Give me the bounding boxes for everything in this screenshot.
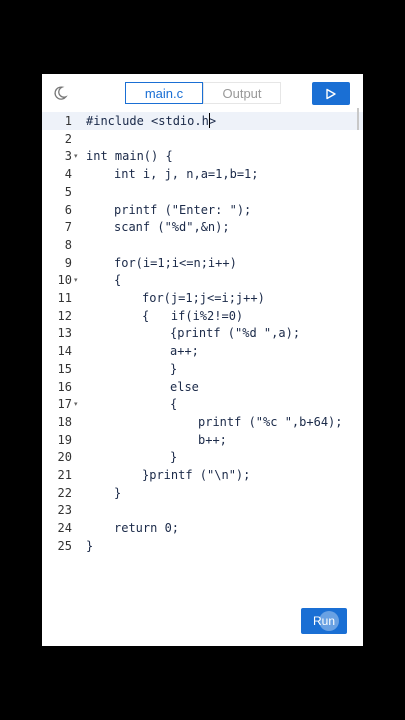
code-line[interactable]: 24 return 0;	[42, 519, 363, 537]
code-line[interactable]: 19 b++;	[42, 431, 363, 449]
line-code: b++;	[198, 432, 227, 447]
line-number: 7	[64, 220, 72, 235]
code-line[interactable]: 7 scanf ("%d",&n);	[42, 218, 363, 236]
line-number: 19	[57, 432, 72, 447]
line-code: {	[114, 273, 122, 288]
run-button-label: Run	[312, 614, 335, 628]
line-code: for(j=1;j<=i;j++)	[142, 291, 265, 305]
line-number: 21	[57, 468, 72, 482]
code-line[interactable]: 23	[42, 501, 363, 519]
tab-main-c[interactable]: main.c	[125, 82, 203, 104]
line-code: { if(i%2!=0)	[142, 308, 244, 323]
code-line[interactable]: 9 for(i=1;i<=n;i++)	[42, 254, 363, 272]
code-line[interactable]: 18 printf ("%c ",b+64);	[42, 413, 363, 431]
line-code: }	[86, 538, 94, 553]
line-code: scanf ("%d",&n);	[114, 220, 230, 235]
code-line[interactable]: 12 { if(i%2!=0)	[42, 307, 363, 325]
code-line[interactable]: 6 printf ("Enter: ");	[42, 201, 363, 219]
line-code: }	[170, 450, 178, 465]
line-number: 1	[64, 114, 72, 128]
code-editor-app: main.c Output 1 #include <stdio.h> 2 3 ▾ int …	[42, 74, 363, 646]
code-line[interactable]: 5	[42, 183, 363, 201]
line-code: int i, j, n,a=1,b=1;	[114, 167, 259, 182]
line-code: for(i=1;i<=n;i++)	[114, 255, 237, 270]
line-number: 18	[57, 414, 72, 429]
code-line[interactable]: 8	[42, 236, 363, 254]
line-number: 25	[57, 538, 72, 553]
code-line[interactable]: 20}	[42, 448, 363, 466]
moon-icon[interactable]	[52, 85, 68, 101]
line-number: 16	[57, 379, 72, 394]
line-code: #include <stdio.h>	[86, 114, 217, 128]
line-code: a++;	[170, 344, 199, 359]
code-line[interactable]: 4 int i, j, n,a=1,b=1;	[42, 165, 363, 183]
line-code: {	[170, 397, 178, 412]
code-line[interactable]: 14 a++;	[42, 342, 363, 360]
line-number: 13	[57, 326, 72, 341]
code-line[interactable]: 17 ▾ {	[42, 395, 363, 413]
run-top-button[interactable]	[312, 82, 350, 105]
line-number: 10	[57, 273, 72, 288]
tab-output[interactable]: Output	[203, 82, 281, 104]
line-code: printf ("Enter: ");	[114, 202, 252, 217]
code-line[interactable]: 16 else	[42, 378, 363, 396]
line-number: 8	[64, 237, 72, 252]
scrollbar[interactable]	[357, 108, 359, 130]
fold-arrow-icon[interactable]: ▾	[74, 152, 78, 160]
line-number: 5	[64, 184, 72, 199]
code-line[interactable]: 1 #include <stdio.h>	[42, 112, 363, 130]
code-line[interactable]: 15}	[42, 360, 363, 378]
code-line[interactable]: 3 ▾ int main() {	[42, 147, 363, 165]
line-code: {printf ("%d ",a);	[170, 326, 301, 341]
line-code: }	[170, 361, 178, 376]
run-button[interactable]: Run	[301, 608, 347, 634]
code-line[interactable]: 2	[42, 130, 363, 148]
line-number: 9	[64, 255, 72, 270]
code-line[interactable]: 10 ▾ {	[42, 271, 363, 289]
line-number: 14	[57, 344, 72, 359]
code-line[interactable]: 21 }printf ("\n");	[42, 466, 363, 484]
line-number: 2	[64, 131, 72, 146]
fold-arrow-icon[interactable]: ▾	[74, 276, 78, 284]
line-number: 11	[57, 291, 72, 305]
line-number: 3	[64, 149, 72, 164]
line-number: 20	[57, 450, 72, 465]
toolbar: main.c Output	[42, 74, 363, 112]
line-code: else	[170, 379, 199, 394]
line-number: 17	[57, 397, 72, 412]
code-line[interactable]: 22}	[42, 484, 363, 502]
line-code: return 0;	[114, 521, 180, 536]
text-cursor	[209, 113, 210, 128]
code-line[interactable]: 13 {printf ("%d ",a);	[42, 324, 363, 342]
code-line[interactable]: 25}	[42, 537, 363, 555]
line-number: 23	[57, 503, 72, 518]
line-number: 6	[64, 202, 72, 217]
line-number: 24	[57, 521, 72, 536]
code-line[interactable]: 11 for(j=1;j<=i;j++)	[42, 289, 363, 307]
play-icon	[326, 88, 336, 100]
line-code: int main() {	[86, 149, 173, 164]
fold-arrow-icon[interactable]: ▾	[74, 400, 78, 408]
line-number: 12	[57, 308, 72, 323]
code-editor[interactable]: 1 #include <stdio.h> 2 3 ▾ int main() {4 int i…	[42, 112, 363, 602]
line-code: printf ("%c ",b+64);	[198, 414, 343, 429]
line-number: 22	[57, 485, 72, 500]
line-code: }	[114, 485, 122, 500]
line-code: }printf ("\n");	[142, 468, 251, 482]
line-number: 15	[57, 361, 72, 376]
line-number: 4	[64, 167, 72, 182]
